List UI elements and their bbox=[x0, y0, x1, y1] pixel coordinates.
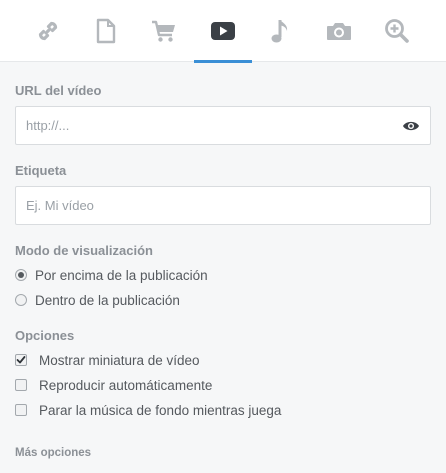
radio-label: Dentro de la publicación bbox=[35, 292, 180, 308]
tab-video[interactable] bbox=[194, 0, 252, 63]
checkbox[interactable] bbox=[15, 379, 27, 391]
music-note-icon bbox=[271, 20, 288, 43]
radio-button[interactable] bbox=[15, 294, 27, 306]
url-label: URL del vídeo bbox=[15, 83, 102, 98]
checkbox-autoplay[interactable]: Reproducir automáticamente bbox=[15, 376, 212, 394]
zoom-in-icon bbox=[385, 19, 409, 43]
tab-link[interactable] bbox=[19, 0, 77, 62]
radio-inside-post[interactable]: Dentro de la publicación bbox=[15, 291, 180, 309]
cart-icon bbox=[152, 20, 175, 42]
video-url-input[interactable] bbox=[15, 106, 392, 145]
tab-zoom[interactable] bbox=[368, 0, 426, 62]
checkmark-icon bbox=[16, 356, 26, 364]
media-type-tabs bbox=[0, 0, 446, 63]
radio-above-post[interactable]: Por encima de la publicación bbox=[15, 266, 208, 284]
checkbox-stop-music[interactable]: Parar la música de fondo mientras juega bbox=[15, 401, 281, 419]
more-options-link[interactable]: Más opciones bbox=[15, 447, 91, 459]
tab-music[interactable] bbox=[252, 0, 310, 62]
checkbox-label: Reproducir automáticamente bbox=[39, 377, 213, 393]
checkbox-show-thumbnail[interactable]: Mostrar miniatura de vídeo bbox=[15, 351, 200, 369]
radio-label: Por encima de la publicación bbox=[35, 267, 208, 283]
document-icon bbox=[96, 18, 116, 44]
checkbox[interactable] bbox=[15, 354, 27, 366]
checkbox[interactable] bbox=[15, 404, 27, 416]
checkbox-label: Parar la música de fondo mientras juega bbox=[39, 402, 282, 418]
display-mode-label: Modo de visualización bbox=[15, 243, 153, 258]
tab-document[interactable] bbox=[77, 0, 135, 62]
video-play-icon bbox=[211, 22, 235, 40]
preview-button[interactable] bbox=[391, 106, 431, 145]
camera-icon bbox=[327, 23, 351, 40]
checkbox-label: Mostrar miniatura de vídeo bbox=[39, 352, 200, 368]
tab-shop[interactable] bbox=[135, 0, 193, 62]
link-icon bbox=[38, 21, 58, 41]
radio-button[interactable] bbox=[15, 269, 27, 281]
eye-icon bbox=[402, 121, 419, 130]
tag-input[interactable] bbox=[15, 186, 431, 225]
tag-label: Etiqueta bbox=[15, 163, 67, 178]
options-label: Opciones bbox=[15, 328, 75, 343]
tab-photo[interactable] bbox=[310, 0, 368, 62]
